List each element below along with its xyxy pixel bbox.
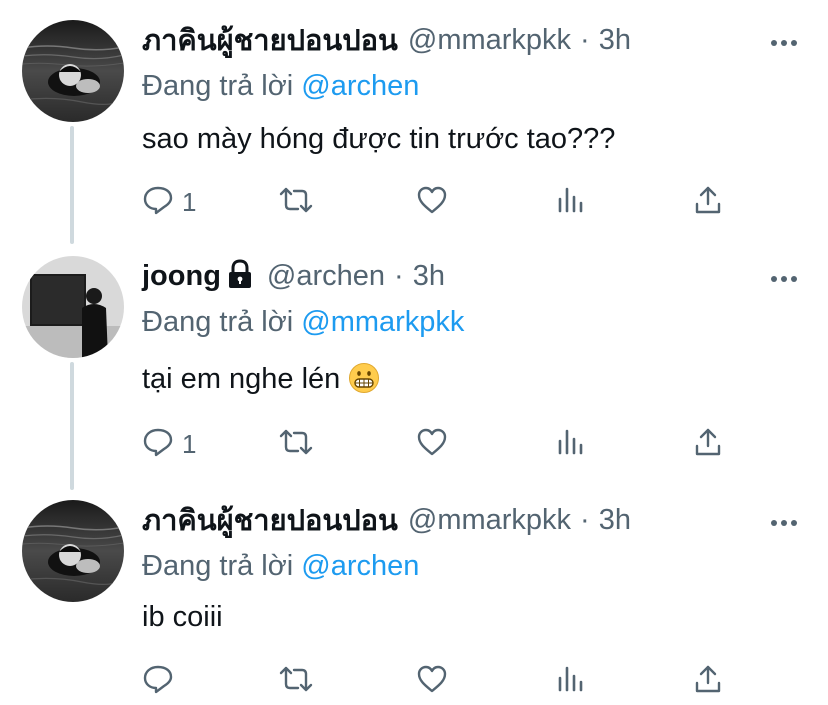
separator-dot: · [580, 23, 590, 56]
action-bar [142, 661, 742, 701]
mention-link[interactable]: @mmarkpkk [301, 306, 464, 338]
retweet-icon [278, 185, 314, 220]
lock-icon [227, 258, 253, 294]
retweet-button[interactable] [278, 424, 314, 464]
mention-link[interactable]: @archen [301, 70, 419, 102]
more-icon[interactable] [770, 270, 798, 288]
user-handle[interactable]: @archen [267, 260, 385, 293]
analytics-icon [555, 664, 585, 699]
display-name[interactable]: ภาคินผู้ชายปอนปอน [142, 17, 398, 63]
like-button[interactable] [416, 424, 448, 464]
grimacing-face-icon [348, 362, 380, 402]
timestamp[interactable]: 3h [599, 24, 631, 57]
tweet[interactable]: joong @archen · 3h Đang trả lời @mmarkpk… [0, 256, 828, 471]
more-icon[interactable] [770, 34, 798, 52]
share-button[interactable] [693, 182, 723, 222]
replying-label: Đang trả lời [142, 70, 294, 102]
tweet-text: ib coiii [142, 601, 223, 633]
avatar[interactable] [22, 500, 124, 602]
display-name[interactable]: ภาคินผู้ชายปอนปอน [142, 497, 398, 543]
more-icon[interactable] [770, 514, 798, 532]
action-bar: 1 [142, 182, 742, 222]
reply-button[interactable] [142, 661, 182, 701]
retweet-icon [278, 664, 314, 699]
share-icon [693, 664, 723, 699]
share-icon [693, 427, 723, 462]
avatar[interactable] [22, 256, 124, 358]
action-bar: 1 [142, 424, 742, 464]
reply-count: 1 [182, 428, 197, 459]
reply-icon [142, 185, 174, 220]
tweet-text-line: tại em nghe lén [142, 362, 380, 402]
replying-label: Đang trả lời [142, 306, 294, 338]
timestamp[interactable]: 3h [599, 504, 631, 537]
analytics-button[interactable] [555, 424, 585, 464]
reply-button[interactable]: 1 [142, 182, 196, 222]
replying-label: Đang trả lời [142, 550, 294, 582]
avatar[interactable] [22, 20, 124, 122]
user-handle[interactable]: @mmarkpkk [408, 504, 571, 537]
like-icon [416, 664, 448, 699]
reply-icon [142, 427, 174, 462]
tweet-text: tại em nghe lén [142, 363, 341, 395]
tweet[interactable]: ภาคินผู้ชายปอนปอน @mmarkpkk · 3h Đang tr… [0, 500, 828, 705]
separator-dot: · [580, 503, 590, 536]
mention-link[interactable]: @archen [301, 550, 419, 582]
timestamp[interactable]: 3h [413, 260, 445, 293]
retweet-icon [278, 427, 314, 462]
like-icon [416, 427, 448, 462]
replying-to: Đang trả lời @archen [142, 550, 419, 583]
replying-to: Đang trả lời @mmarkpkk [142, 306, 464, 339]
share-button[interactable] [693, 424, 723, 464]
reply-count: 1 [182, 186, 197, 217]
analytics-button[interactable] [555, 661, 585, 701]
tweet-text: sao mày hóng được tin trước tao??? [142, 123, 616, 155]
separator-dot: · [394, 259, 404, 292]
analytics-icon [555, 427, 585, 462]
like-button[interactable] [416, 182, 448, 222]
share-button[interactable] [693, 661, 723, 701]
tweet[interactable]: ภาคินผู้ชายปอนปอน @mmarkpkk · 3h Đang tr… [0, 20, 828, 230]
reply-icon [142, 664, 174, 699]
user-handle[interactable]: @mmarkpkk [408, 24, 571, 57]
like-icon [416, 185, 448, 220]
analytics-icon [555, 185, 585, 220]
reply-button[interactable]: 1 [142, 424, 196, 464]
replying-to: Đang trả lời @archen [142, 70, 419, 103]
retweet-button[interactable] [278, 661, 314, 701]
retweet-button[interactable] [278, 182, 314, 222]
display-name[interactable]: joong [142, 260, 221, 293]
like-button[interactable] [416, 661, 448, 701]
share-icon [693, 185, 723, 220]
analytics-button[interactable] [555, 182, 585, 222]
